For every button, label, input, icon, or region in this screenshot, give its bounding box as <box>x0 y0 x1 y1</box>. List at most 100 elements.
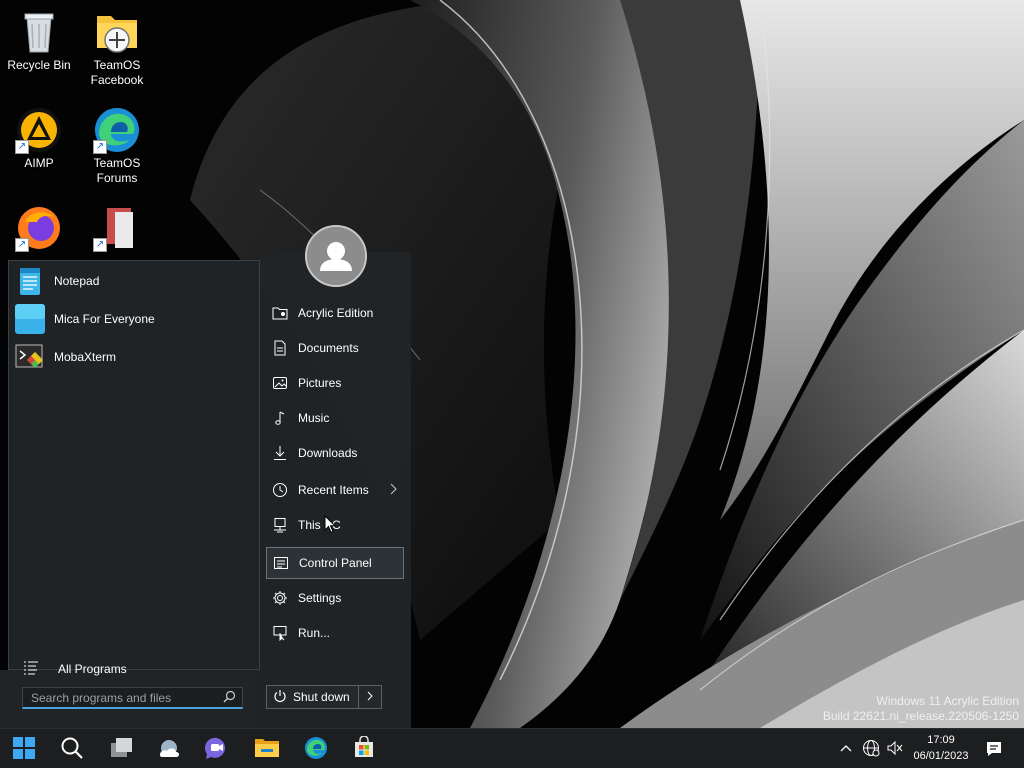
start-item-label: Recent Items <box>298 483 369 497</box>
chevron-right-icon <box>388 482 398 499</box>
chat-button[interactable] <box>196 729 236 768</box>
mobaxterm-icon <box>13 340 47 374</box>
desktop-icon-firefox[interactable]: ↗ <box>2 204 76 254</box>
start-item-label: Control Panel <box>299 556 372 570</box>
start-item-label: Pictures <box>298 376 342 390</box>
all-programs-label: All Programs <box>58 661 127 676</box>
volume-muted-icon[interactable] <box>886 739 904 757</box>
start-item-settings[interactable]: Settings <box>266 583 404 613</box>
app-item-notepad[interactable]: Notepad <box>13 264 253 298</box>
start-icon <box>13 736 35 762</box>
computer-icon <box>272 517 288 533</box>
file-explorer-icon <box>254 737 280 762</box>
app-item-mica-for-everyone[interactable]: Mica For Everyone <box>13 302 253 336</box>
chat-icon <box>203 736 229 763</box>
search-icon[interactable] <box>223 690 236 706</box>
clock-time: 17:09 <box>927 734 955 746</box>
os-watermark: Windows 11 Acrylic Edition Build 22621.n… <box>823 694 1019 724</box>
store-button[interactable] <box>344 729 384 768</box>
shortcut-arrow-icon: ↗ <box>15 140 29 154</box>
task-view-icon <box>109 737 133 762</box>
network-icon[interactable] <box>862 739 880 757</box>
app-item-label: MobaXterm <box>54 350 117 364</box>
start-item-music[interactable]: Music <box>266 403 404 433</box>
desktop-icon-teamos-facebook[interactable]: TeamOS Facebook <box>80 8 154 88</box>
run-icon <box>272 625 288 641</box>
search-input[interactable] <box>31 690 223 705</box>
user-avatar[interactable] <box>305 225 367 287</box>
desktop-icon-label: TeamOS Forums <box>93 156 141 185</box>
start-item-pictures[interactable]: Pictures <box>266 368 404 398</box>
start-item-label: Downloads <box>298 446 358 460</box>
chevron-up-icon[interactable] <box>837 739 855 757</box>
widgets-button[interactable] <box>149 729 189 768</box>
start-item-run[interactable]: Run... <box>266 618 404 648</box>
shutdown-options-button[interactable] <box>359 685 382 709</box>
taskbar-clock[interactable]: 17:09 06/01/2023 <box>905 732 977 764</box>
chevron-right-icon <box>366 690 374 705</box>
start-menu: Notepad Mica For Everyone MobaXterm All … <box>0 225 411 728</box>
search-box[interactable] <box>22 687 243 709</box>
edge-icon: ↗ <box>93 106 141 154</box>
all-programs-button[interactable]: All Programs <box>23 659 127 678</box>
notification-button[interactable] <box>985 740 1003 761</box>
start-item-documents[interactable]: Documents <box>266 333 404 363</box>
gear-icon <box>272 590 288 606</box>
search-icon <box>60 736 84 763</box>
desktop-icon-recycle-bin[interactable]: Recycle Bin <box>2 8 76 73</box>
task-view-button[interactable] <box>101 729 141 768</box>
desktop-icon-label: Recycle Bin <box>7 58 71 72</box>
aimp-icon: ↗ <box>15 106 63 154</box>
shortcut-arrow-icon: ↗ <box>93 140 107 154</box>
desktop-icon-aimp[interactable]: ↗ AIMP <box>2 106 76 171</box>
app-item-label: Mica For Everyone <box>54 312 155 326</box>
shutdown-button[interactable]: Shut down <box>266 685 359 709</box>
start-item-label: Music <box>298 411 330 425</box>
start-item-label: Run... <box>298 626 331 640</box>
clock-icon <box>272 482 288 498</box>
taskbar: 17:09 06/01/2023 <box>0 728 1024 768</box>
start-item-label: Acrylic Edition <box>298 306 374 320</box>
start-item-control-panel[interactable]: Control Panel <box>266 547 404 579</box>
shutdown-label: Shut down <box>293 690 350 704</box>
clock-date: 06/01/2023 <box>913 750 969 762</box>
desktop-icon-document-app[interactable]: ↗ <box>80 204 154 254</box>
control-panel-icon <box>273 555 289 571</box>
desktop-icon-label: AIMP <box>24 156 54 170</box>
shortcut-arrow-icon: ↗ <box>15 238 29 252</box>
list-icon <box>23 659 39 678</box>
picture-icon <box>272 375 288 391</box>
watermark-build: Build 22621.ni_release.220506-1250 <box>822 709 1019 723</box>
firefox-icon: ↗ <box>15 204 63 252</box>
app-item-mobaxterm[interactable]: MobaXterm <box>13 340 253 374</box>
shutdown-group: Shut down <box>266 685 382 709</box>
user-avatar-icon <box>307 227 365 285</box>
weather-icon <box>156 737 182 762</box>
store-icon <box>352 734 376 763</box>
start-item-acrylic-edition[interactable]: Acrylic Edition <box>266 298 404 328</box>
app-item-label: Notepad <box>54 274 100 288</box>
folder-shortcut-icon <box>93 8 141 56</box>
notepad-icon <box>13 264 47 298</box>
download-icon <box>272 445 288 461</box>
file-explorer-button[interactable] <box>247 729 287 768</box>
desktop-icon-label: TeamOS Facebook <box>90 58 144 87</box>
mica-icon <box>13 302 47 336</box>
start-item-label: Documents <box>298 341 359 355</box>
shortcut-arrow-icon: ↗ <box>93 238 107 252</box>
watermark-edition: Windows 11 Acrylic Edition <box>876 694 1020 708</box>
start-item-label: Settings <box>298 591 342 605</box>
start-menu-programs-pane: Notepad Mica For Everyone MobaXterm All … <box>8 260 260 676</box>
taskbar-search-button[interactable] <box>52 729 92 768</box>
recycle-bin-icon <box>15 8 63 56</box>
music-note-icon <box>272 410 288 426</box>
power-icon <box>273 689 287 706</box>
document-app-icon: ↗ <box>93 204 141 252</box>
start-item-recent-items[interactable]: Recent Items <box>266 475 404 505</box>
start-button[interactable] <box>4 729 44 768</box>
desktop-icon-teamos-forums[interactable]: ↗ TeamOS Forums <box>80 106 154 186</box>
document-icon <box>272 340 288 356</box>
mouse-cursor-icon <box>324 515 336 534</box>
start-item-downloads[interactable]: Downloads <box>266 438 404 468</box>
edge-button[interactable] <box>296 729 336 768</box>
